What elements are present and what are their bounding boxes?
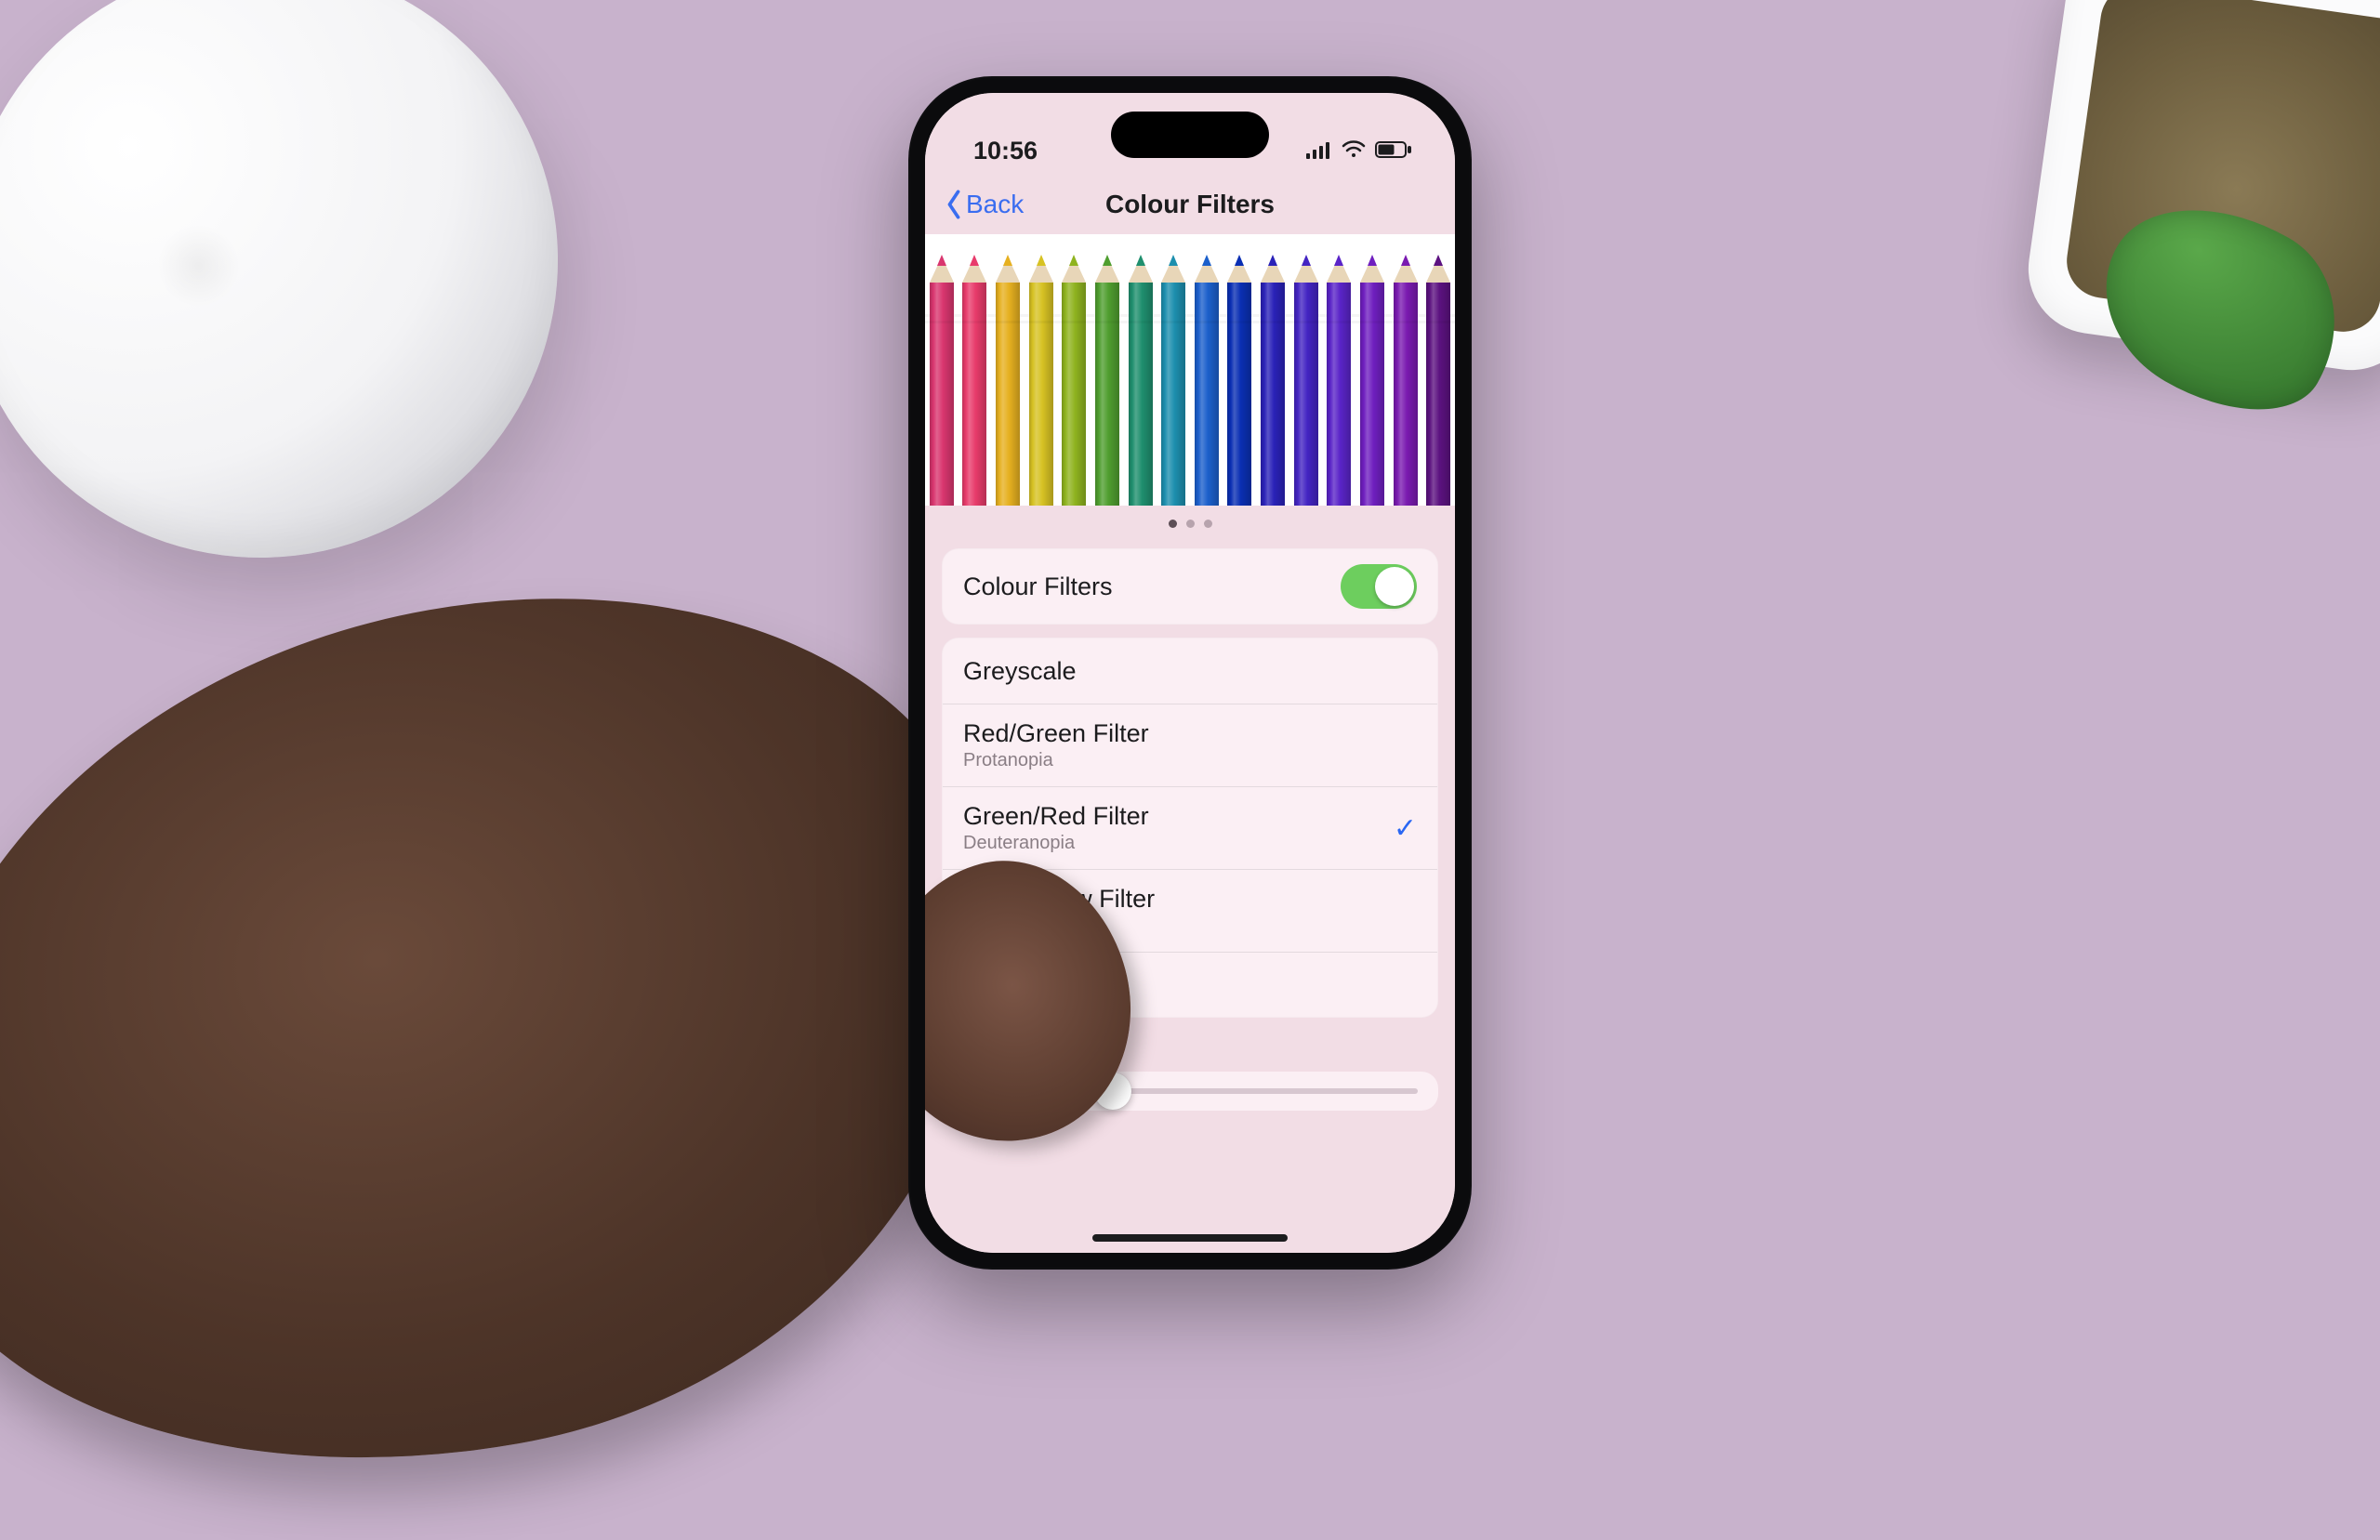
filter-option-greyscale[interactable]: Greyscale [943,638,1437,704]
pencil-tip [1029,257,1053,283]
pencil-tip [1394,257,1418,283]
page-dot[interactable] [1186,520,1195,528]
page-dot[interactable] [1169,520,1177,528]
preview-pencil [925,234,959,506]
pencil-shaft [1294,283,1318,506]
preview-pencil [1157,234,1190,506]
pencil-tip [996,257,1020,283]
wifi-icon [1342,137,1366,165]
colour-filters-toggle-group: Colour Filters [942,548,1438,625]
pencil-shaft [1394,283,1418,506]
pencil-tip [1161,257,1185,283]
preview-pencil [1421,234,1455,506]
pencil-tip [1227,257,1251,283]
colour-filters-toggle-label: Colour Filters [963,573,1113,601]
status-time: 10:56 [973,137,1038,165]
preview-pencil [1025,234,1058,506]
filter-option-label: Green/Red Filter [963,802,1149,831]
pencil-shaft [962,283,986,506]
switch-knob [1375,567,1414,606]
pencil-tip [1195,257,1219,283]
pencil-shaft [1195,283,1219,506]
preview-pencil [1355,234,1389,506]
pencil-tip [1095,257,1119,283]
pencil-tip [1062,257,1086,283]
pencil-shaft [1327,283,1351,506]
filter-option-green-red-filter[interactable]: Green/Red FilterDeuteranopia ✓ [943,786,1437,869]
pencil-shaft [1095,283,1119,506]
preview-pencil [1323,234,1356,506]
pencil-tip [1261,257,1285,283]
colour-filters-toggle-row[interactable]: Colour Filters [943,549,1437,624]
preview-pencil [991,234,1025,506]
iphone-frame: 10:56 Back [908,76,1472,1270]
pencil-shaft [930,283,954,506]
status-right-cluster [1306,137,1412,165]
preview-pencil [1256,234,1289,506]
dynamic-island [1111,112,1269,158]
settings-colour-filters-screen: 10:56 Back [925,93,1455,1253]
filter-option-subtitle: Protanopia [963,750,1149,771]
checkmark-icon: ✓ [1394,812,1417,845]
colour-preview-pencils[interactable] [925,234,1455,506]
iphone-screen: 10:56 Back [925,93,1455,1253]
pencil-shaft [1426,283,1450,506]
pencil-shaft [1360,283,1384,506]
pencil-tip [930,257,954,283]
colour-filters-switch[interactable] [1341,564,1417,609]
pencil-shaft [1029,283,1053,506]
preview-pencil [1091,234,1124,506]
nav-bar: Back Colour Filters [925,175,1455,234]
cellular-icon [1306,137,1332,165]
pencil-shaft [996,283,1020,506]
preview-pencil [1190,234,1223,506]
filter-option-red-green-filter[interactable]: Red/Green FilterProtanopia [943,704,1437,786]
pencil-tip [1327,257,1351,283]
battery-icon [1375,137,1412,165]
preview-pencil [1124,234,1157,506]
pencil-tip [1426,257,1450,283]
page-indicator[interactable] [925,511,1455,535]
back-label: Back [966,190,1024,219]
preview-pencil [1289,234,1323,506]
filter-option-label: Red/Green Filter [963,719,1149,748]
pencil-tip [1360,257,1384,283]
pencil-tip [962,257,986,283]
pencil-shaft [1062,283,1086,506]
pencil-shaft [1161,283,1185,506]
pencil-tip [1129,257,1153,283]
chevron-left-icon [944,190,964,219]
desk-mouse [0,0,635,635]
filter-option-subtitle: Deuteranopia [963,833,1149,854]
pencil-shaft [1261,283,1285,506]
preview-pencil [1389,234,1422,506]
preview-pencil [959,234,992,506]
pencil-shaft [1227,283,1251,506]
filter-option-label: Greyscale [963,657,1077,686]
home-indicator[interactable] [1092,1234,1288,1242]
pencil-shaft [1129,283,1153,506]
preview-pencil [1058,234,1091,506]
page-dot[interactable] [1204,520,1212,528]
page-title: Colour Filters [1105,190,1275,219]
preview-pencil [1223,234,1257,506]
back-button[interactable]: Back [938,175,1029,234]
pencil-tip [1294,257,1318,283]
